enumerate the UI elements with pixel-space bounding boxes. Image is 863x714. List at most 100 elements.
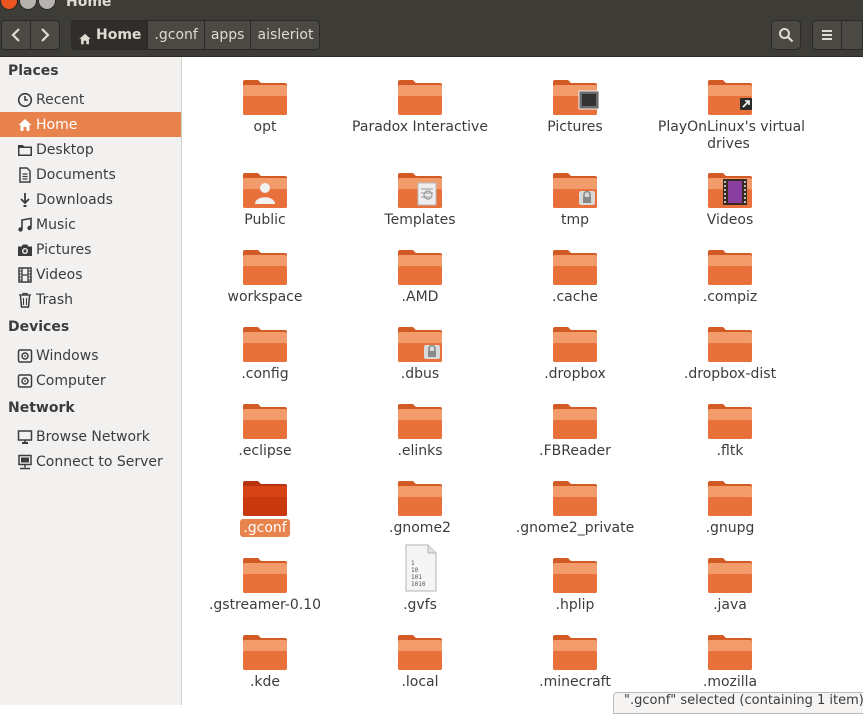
- file-name: .minecraft: [539, 674, 611, 690]
- file-name: .gnome2_private: [515, 520, 635, 536]
- search-button[interactable]: [771, 20, 801, 50]
- binary-file-icon: 1 10 101 1010: [396, 544, 444, 592]
- file-name: .dbus: [400, 366, 440, 382]
- file-name: Paradox Interactive: [352, 119, 488, 135]
- chevron-right-icon: [41, 28, 50, 42]
- sidebar-item-documents[interactable]: Documents: [0, 162, 181, 187]
- file-name: .java: [713, 597, 747, 613]
- sidebar-item-music[interactable]: Music: [0, 212, 181, 237]
- folder-icon: [241, 631, 289, 671]
- folder-icon: [396, 76, 444, 116]
- file-item-label: .mozilla: [653, 674, 807, 691]
- sidebar-item-connect-to-server[interactable]: Connect to Server: [0, 449, 181, 474]
- sidebar-item-label: Home: [36, 116, 78, 133]
- file-item-label: .eclipse: [188, 443, 342, 460]
- chevron-left-icon: [11, 28, 20, 42]
- sidebar-item-windows[interactable]: Windows: [0, 343, 181, 368]
- svg-text:101: 101: [411, 574, 422, 581]
- sidebar-section-network: Network: [8, 400, 75, 416]
- sidebar-item-desktop[interactable]: Desktop: [0, 137, 181, 162]
- svg-text:1: 1: [411, 560, 415, 567]
- sidebar-item-home[interactable]: Home: [0, 112, 181, 137]
- file-name: .local: [401, 674, 439, 690]
- folder-icon: [706, 246, 754, 286]
- file-name: .fltk: [716, 443, 744, 459]
- file-item-label: .fltk: [653, 443, 807, 460]
- file-name: .dropbox-dist: [683, 366, 777, 382]
- file-name: workspace: [227, 289, 303, 305]
- file-item-label: .FBReader: [498, 443, 652, 460]
- file-item-label: .compiz: [653, 289, 807, 306]
- sidebar-item-label: Music: [36, 216, 76, 233]
- folder-icon: [706, 554, 754, 594]
- file-item-label: .AMD: [343, 289, 497, 306]
- sidebar-item-pictures[interactable]: Pictures: [0, 237, 181, 262]
- sidebar-item-browse-network[interactable]: Browse Network: [0, 424, 181, 449]
- view-grid-button[interactable]: [842, 20, 863, 50]
- folder-icon: [551, 477, 599, 517]
- file-item-label: opt: [188, 119, 342, 136]
- file-name: .gnupg: [705, 520, 755, 536]
- file-name: .FBReader: [539, 443, 611, 459]
- folder-icon: [396, 169, 444, 209]
- file-item-label: Public: [188, 212, 342, 229]
- drive-icon: [17, 373, 33, 389]
- folder-icon: [551, 631, 599, 671]
- folder-icon: [551, 76, 600, 116]
- maximize-window-button[interactable]: [38, 0, 56, 10]
- file-name: .cache: [552, 289, 598, 305]
- back-button[interactable]: [1, 20, 31, 50]
- sidebar-item-label: Connect to Server: [36, 453, 163, 470]
- file-name: .elinks: [397, 443, 443, 459]
- folder-icon: [551, 246, 599, 286]
- folder-icon: [551, 169, 599, 209]
- svg-text:10: 10: [411, 567, 419, 574]
- file-item-label: .gstreamer-0.10: [188, 597, 342, 614]
- sidebar-item-label: Documents: [36, 166, 116, 183]
- sidebar-item-label: Recent: [36, 91, 85, 108]
- sidebar-item-trash[interactable]: Trash: [0, 287, 181, 312]
- file-name: Templates: [384, 212, 456, 228]
- folder-icon: [396, 246, 444, 286]
- file-item-label: PlayOnLinux's virtual drives: [653, 119, 807, 153]
- file-item-label: .elinks: [343, 443, 497, 460]
- file-item-label: .gconf: [188, 519, 342, 537]
- file-name: .eclipse: [238, 443, 292, 459]
- sidebar-item-label: Trash: [36, 291, 73, 308]
- sidebar-item-label: Pictures: [36, 241, 92, 258]
- breadcrumb: Home .gconf apps aisleriot: [71, 20, 321, 50]
- folder-icon: [706, 76, 754, 116]
- file-item-label: .gvfs: [343, 597, 497, 614]
- toolbar: Home .gconf apps aisleriot: [0, 14, 863, 57]
- file-name: Videos: [706, 212, 754, 228]
- file-item-label: .gnome2_private: [498, 520, 652, 537]
- sidebar-item-recent[interactable]: Recent: [0, 87, 181, 112]
- file-name: opt: [253, 119, 277, 135]
- file-name: .mozilla: [702, 674, 758, 690]
- breadcrumb-apps[interactable]: apps: [203, 20, 252, 50]
- file-item-label: .minecraft: [498, 674, 652, 691]
- sidebar: Places Recent Home Desktop Documents Download…: [0, 57, 182, 705]
- folder-icon: [241, 246, 289, 286]
- search-icon: [779, 28, 794, 43]
- breadcrumb-gconf[interactable]: .gconf: [147, 20, 205, 50]
- downloads-icon: [17, 192, 33, 208]
- breadcrumb-home[interactable]: Home: [71, 20, 149, 50]
- sidebar-item-computer[interactable]: Computer: [0, 368, 181, 393]
- forward-button[interactable]: [30, 20, 60, 50]
- list-icon: [822, 30, 832, 40]
- sidebar-item-downloads[interactable]: Downloads: [0, 187, 181, 212]
- close-window-button[interactable]: [0, 0, 18, 10]
- minimize-window-button[interactable]: [19, 0, 37, 10]
- breadcrumb-aisleriot[interactable]: aisleriot: [250, 20, 321, 50]
- sidebar-item-videos[interactable]: Videos: [0, 262, 181, 287]
- folder-icon: [241, 323, 289, 363]
- clock-icon: [17, 92, 33, 108]
- film-icon: [17, 266, 33, 283]
- file-item-label: tmp: [498, 212, 652, 229]
- view-list-button[interactable]: [812, 20, 842, 50]
- sidebar-item-label: Downloads: [36, 191, 113, 208]
- file-item-label: .gnome2: [343, 520, 497, 537]
- file-item-label: .local: [343, 674, 497, 691]
- folder-icon: [241, 477, 289, 517]
